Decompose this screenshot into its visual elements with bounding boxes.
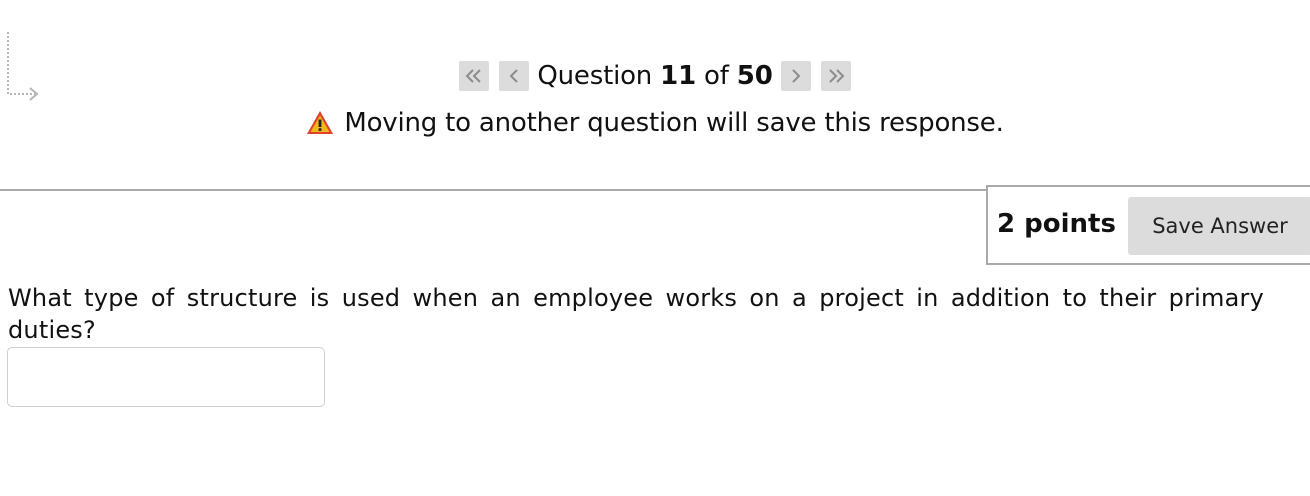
chevron-left-icon — [509, 69, 519, 83]
points-box: 2 points Save Answer — [986, 185, 1310, 265]
total-questions: 50 — [736, 61, 773, 91]
question-navigation: Question 11 of 50 — [0, 58, 1310, 94]
double-chevron-left-icon — [465, 69, 482, 83]
next-question-button[interactable] — [780, 61, 811, 91]
chevron-right-icon — [791, 69, 801, 83]
question-word: Question — [537, 61, 653, 91]
warning-triangle-icon — [307, 111, 334, 134]
last-question-button[interactable] — [820, 61, 851, 91]
save-warning: Moving to another question will save thi… — [0, 104, 1310, 142]
double-chevron-right-icon — [828, 69, 845, 83]
previous-question-button[interactable] — [499, 61, 530, 91]
warning-text: Moving to another question will save thi… — [344, 108, 1004, 138]
section-divider — [0, 189, 986, 191]
question-text: What type of structure is used when an e… — [8, 284, 1264, 344]
answer-input[interactable] — [7, 347, 325, 407]
question-counter: Question 11 of 50 — [537, 61, 772, 91]
current-question-number: 11 — [660, 61, 696, 91]
points-label: 2 points — [997, 209, 1116, 239]
of-word: of — [704, 61, 729, 91]
first-question-button[interactable] — [459, 61, 490, 91]
save-answer-button[interactable]: Save Answer — [1128, 197, 1310, 255]
